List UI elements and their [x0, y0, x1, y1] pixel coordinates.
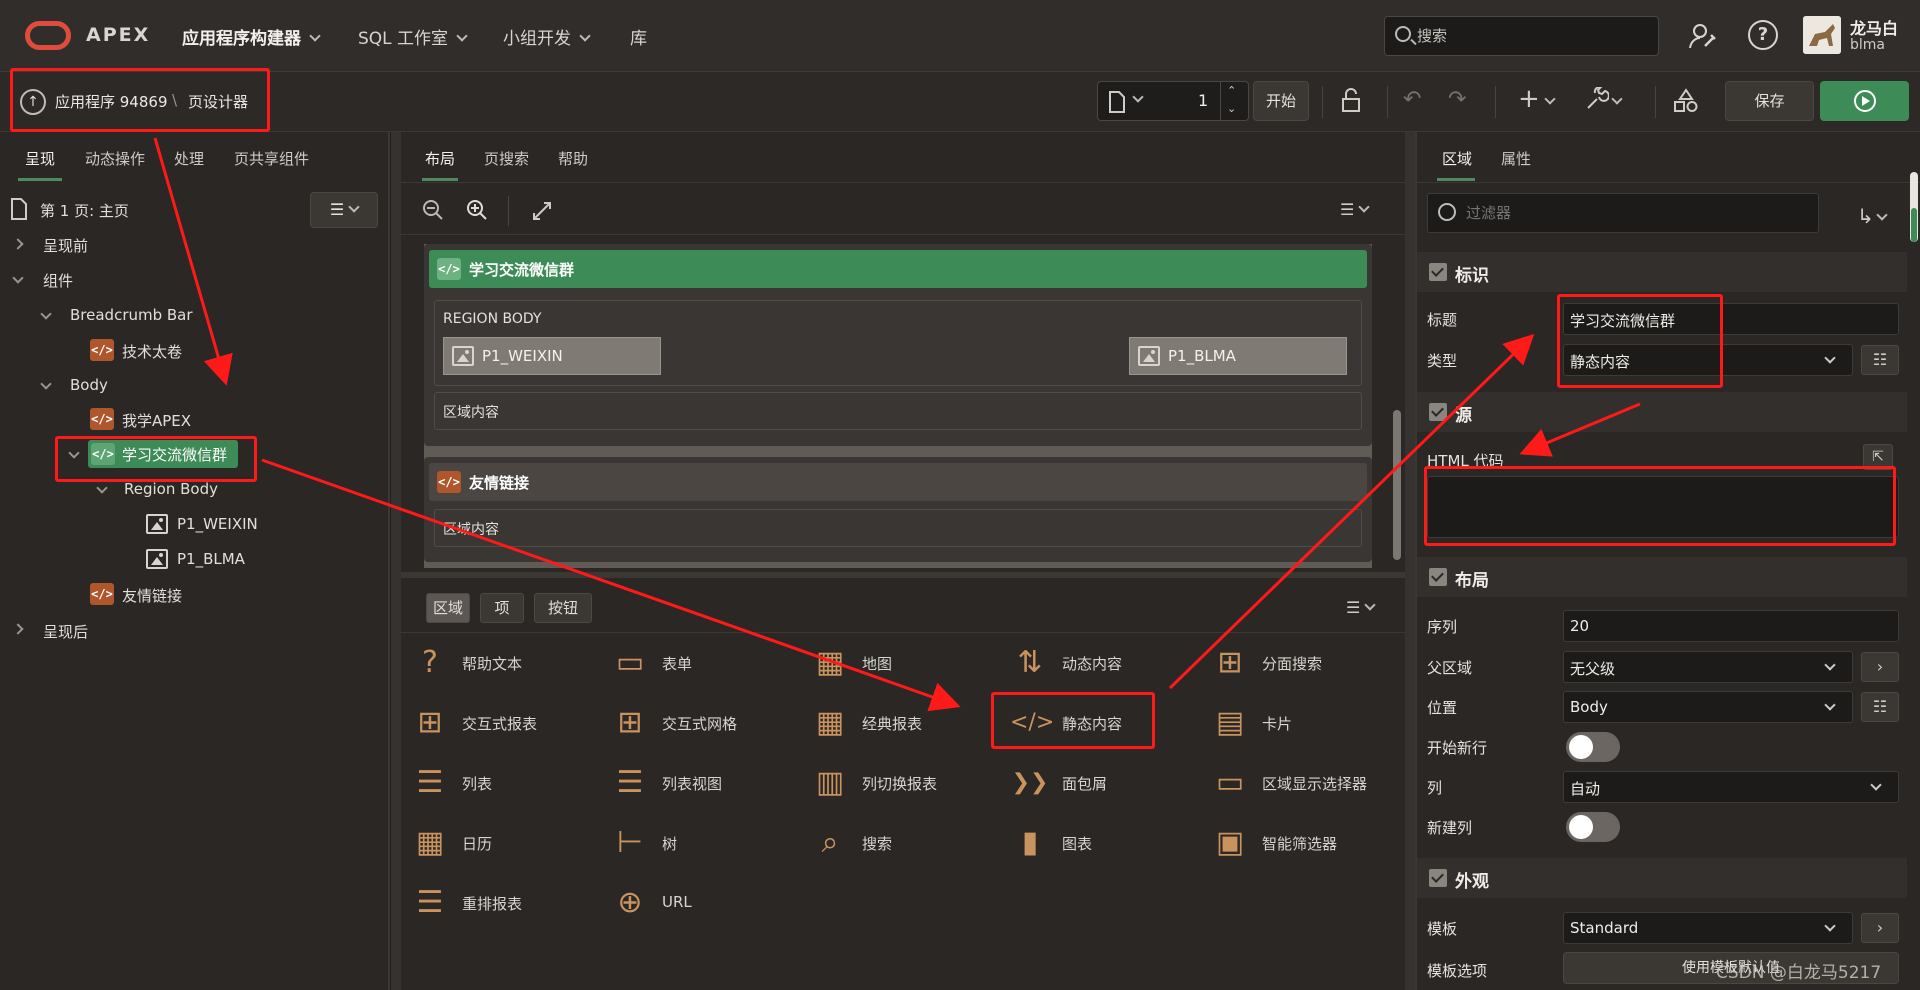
annotation-arrow [1168, 333, 1535, 690]
annotation-arrow [153, 137, 233, 386]
annotation-arrow [261, 458, 961, 712]
watermark-text: CSDN @白龙马5217 [1716, 963, 1882, 983]
annotation-arrow [1519, 402, 1641, 457]
annotation-arrows [153, 137, 1641, 712]
